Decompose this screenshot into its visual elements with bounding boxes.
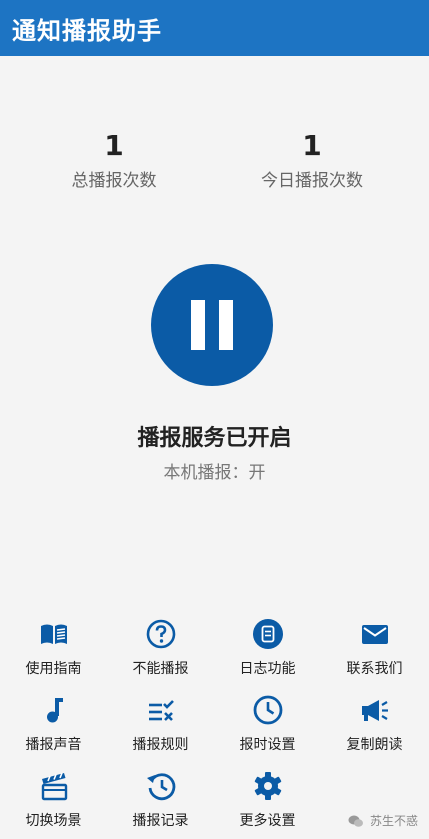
rules-list-icon: [148, 700, 174, 721]
stat-today-value: 1: [302, 129, 322, 162]
menu-item-time-announce[interactable]: 报时设置: [214, 694, 321, 764]
menu-item-more-settings[interactable]: 更多设置: [214, 770, 321, 839]
stat-total-label: 总播报次数: [71, 171, 157, 191]
menu-item-copy-read[interactable]: 复制朗读: [321, 694, 428, 764]
stat-today-label: 今日播报次数: [261, 171, 363, 191]
status-title: 播报服务已开启: [137, 426, 292, 451]
menu-item-rules[interactable]: 播报规则: [107, 694, 214, 764]
mail-icon: [361, 625, 388, 644]
stat-today: 1 今日播报次数: [212, 128, 412, 191]
pause-icon-bar: [219, 300, 233, 350]
megaphone-icon: [361, 700, 388, 721]
menu-item-scene[interactable]: 切换场景: [0, 770, 107, 839]
log-icon: [252, 619, 283, 649]
menu-item-label: 日志功能: [239, 661, 296, 677]
stat-total-value: 1: [104, 129, 124, 162]
watermark-text: 苏生不惑: [370, 814, 419, 828]
menu-item-label: 复制朗读: [346, 737, 403, 753]
help-circle-icon: [146, 619, 175, 649]
menu-item-log[interactable]: 日志功能: [214, 618, 321, 688]
pause-icon: [191, 300, 205, 350]
app-title: 通知播报助手: [12, 16, 162, 45]
menu-item-history[interactable]: 播报记录: [107, 770, 214, 839]
menu-item-label: 联系我们: [346, 661, 403, 677]
wechat-icon: [348, 815, 363, 827]
menu-item-contact[interactable]: 联系我们: [321, 618, 428, 688]
menu-item-guide[interactable]: 使用指南: [0, 618, 107, 688]
book-icon: [40, 624, 67, 644]
watermark: 苏生不惑: [348, 812, 418, 829]
history-icon: [146, 773, 175, 801]
music-note-icon: [46, 698, 63, 723]
stat-total: 1 总播报次数: [14, 128, 214, 191]
menu-item-label: 播报记录: [132, 813, 189, 829]
menu-item-label: 报时设置: [239, 737, 296, 753]
gear-icon: [254, 772, 281, 800]
clock-icon: [253, 695, 282, 725]
menu-item-label: 不能播报: [132, 661, 189, 677]
service-toggle-button[interactable]: [151, 264, 273, 386]
menu-item-label: 切换场景: [25, 813, 82, 829]
stats-panel: 1 总播报次数 1 今日播报次数: [0, 128, 429, 198]
clapperboard-icon: [41, 772, 67, 801]
menu-item-label: 播报规则: [132, 737, 189, 753]
menu-item-sound[interactable]: 播报声音: [0, 694, 107, 764]
menu-item-label: 使用指南: [25, 661, 82, 677]
menu-item-label: 更多设置: [239, 813, 296, 829]
app-bar: 通知播报助手: [0, 0, 429, 56]
menu-item-label: 播报声音: [25, 737, 82, 753]
status-subtitle: 本机播报：开: [163, 463, 266, 483]
menu-item-cannot-broadcast[interactable]: 不能播报: [107, 618, 214, 688]
